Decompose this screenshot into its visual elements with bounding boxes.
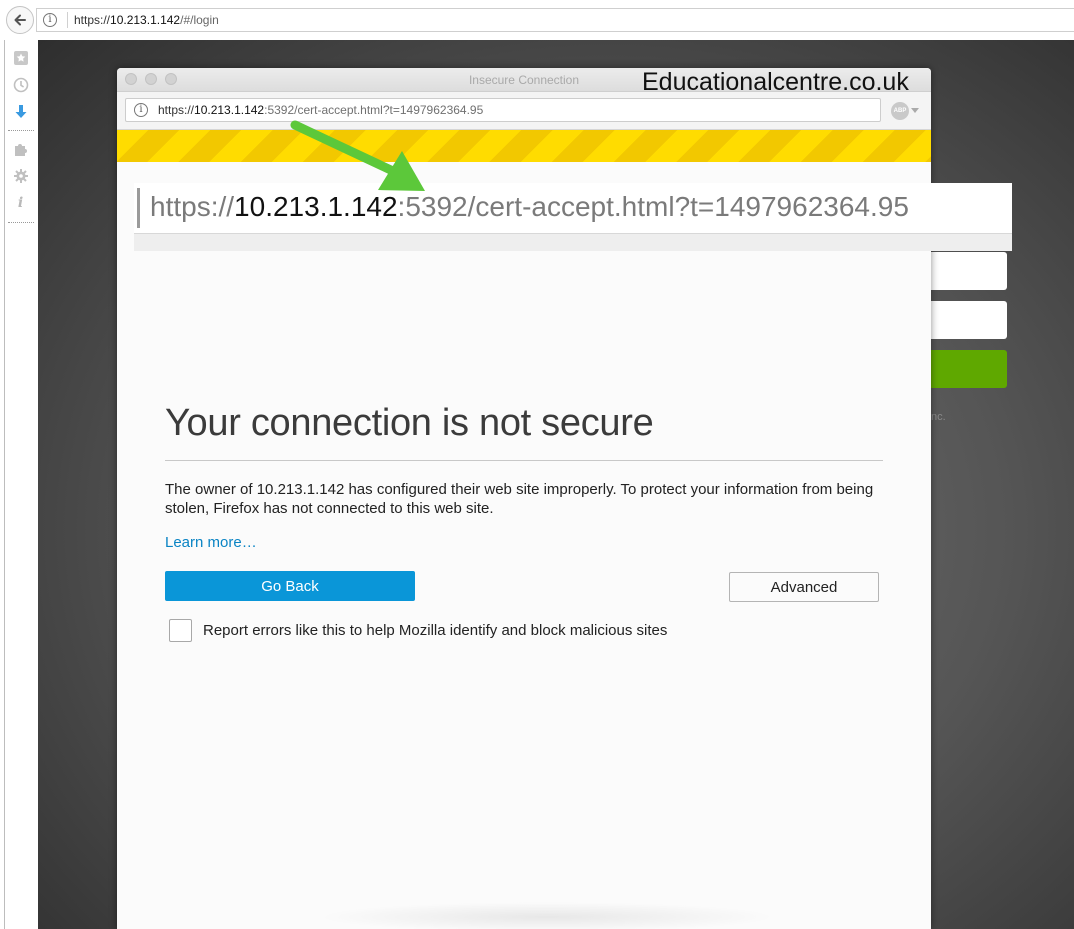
sidebar-divider — [8, 222, 34, 223]
login-username-input[interactable] — [930, 252, 1007, 290]
addons-icon[interactable] — [12, 140, 29, 157]
learn-more-link[interactable]: Learn more… — [165, 534, 257, 551]
sidebar-divider — [8, 130, 34, 131]
info-icon[interactable]: i — [12, 194, 29, 211]
popup-toolbar: i https://10.213.1.142:5392/cert-accept.… — [117, 92, 931, 130]
site-info-icon[interactable]: i — [43, 13, 57, 27]
back-arrow-icon — [14, 14, 26, 26]
magnified-url-rest: :5392/cert-accept.html?t=1497962364.95 — [397, 191, 909, 222]
site-info-icon[interactable]: i — [134, 103, 148, 117]
url-path: /#/login — [180, 13, 219, 27]
chevron-down-icon[interactable] — [911, 108, 919, 113]
magnified-url-callout: https://10.213.1.142:5392/cert-accept.ht… — [134, 183, 1012, 251]
green-arrow-icon — [290, 120, 425, 191]
warning-stripe — [117, 130, 931, 162]
url-separator — [67, 12, 68, 28]
settings-icon[interactable] — [12, 167, 29, 184]
popup-url-host: 10.213.1.142 — [194, 103, 265, 117]
popup-url-scheme: https:// — [158, 103, 195, 117]
login-button[interactable] — [930, 350, 1007, 388]
sidebar: i — [0, 40, 38, 929]
back-button[interactable] — [6, 6, 34, 34]
sidebar-edge — [4, 40, 5, 929]
downloads-icon[interactable] — [12, 103, 29, 120]
go-back-button[interactable]: Go Back — [165, 571, 415, 601]
headline-divider — [165, 460, 883, 461]
report-errors-checkbox[interactable] — [169, 619, 192, 642]
callout-lower-band — [134, 233, 1012, 251]
error-headline: Your connection is not secure — [165, 402, 654, 444]
popup-url-bar[interactable]: i https://10.213.1.142:5392/cert-accept.… — [125, 98, 881, 122]
url-scheme: https:// — [74, 13, 111, 27]
watermark: Educationalcentre.co.uk — [642, 68, 909, 96]
bottom-shadow — [317, 902, 777, 929]
browser-toolbar: i https://10.213.1.142/#/login — [0, 0, 1074, 40]
advanced-button[interactable]: Advanced — [729, 572, 879, 602]
magnified-url-scheme: https:// — [150, 191, 235, 222]
bookmarks-icon[interactable] — [12, 49, 29, 66]
footer-text: nc. — [931, 411, 946, 423]
callout-edge — [137, 188, 140, 228]
adblock-icon[interactable]: ABP — [891, 102, 909, 120]
report-errors-label: Report errors like this to help Mozilla … — [203, 622, 668, 639]
url-host: 10.213.1.142 — [110, 13, 181, 27]
url-bar[interactable]: i https://10.213.1.142/#/login — [36, 8, 1074, 32]
login-password-input[interactable] — [930, 301, 1007, 339]
error-description: The owner of 10.213.1.142 has configured… — [165, 481, 874, 517]
error-page: Your connection is not secure The owner … — [117, 162, 931, 929]
history-icon[interactable] — [12, 76, 29, 93]
magnified-url: https://10.213.1.142:5392/cert-accept.ht… — [150, 191, 909, 223]
